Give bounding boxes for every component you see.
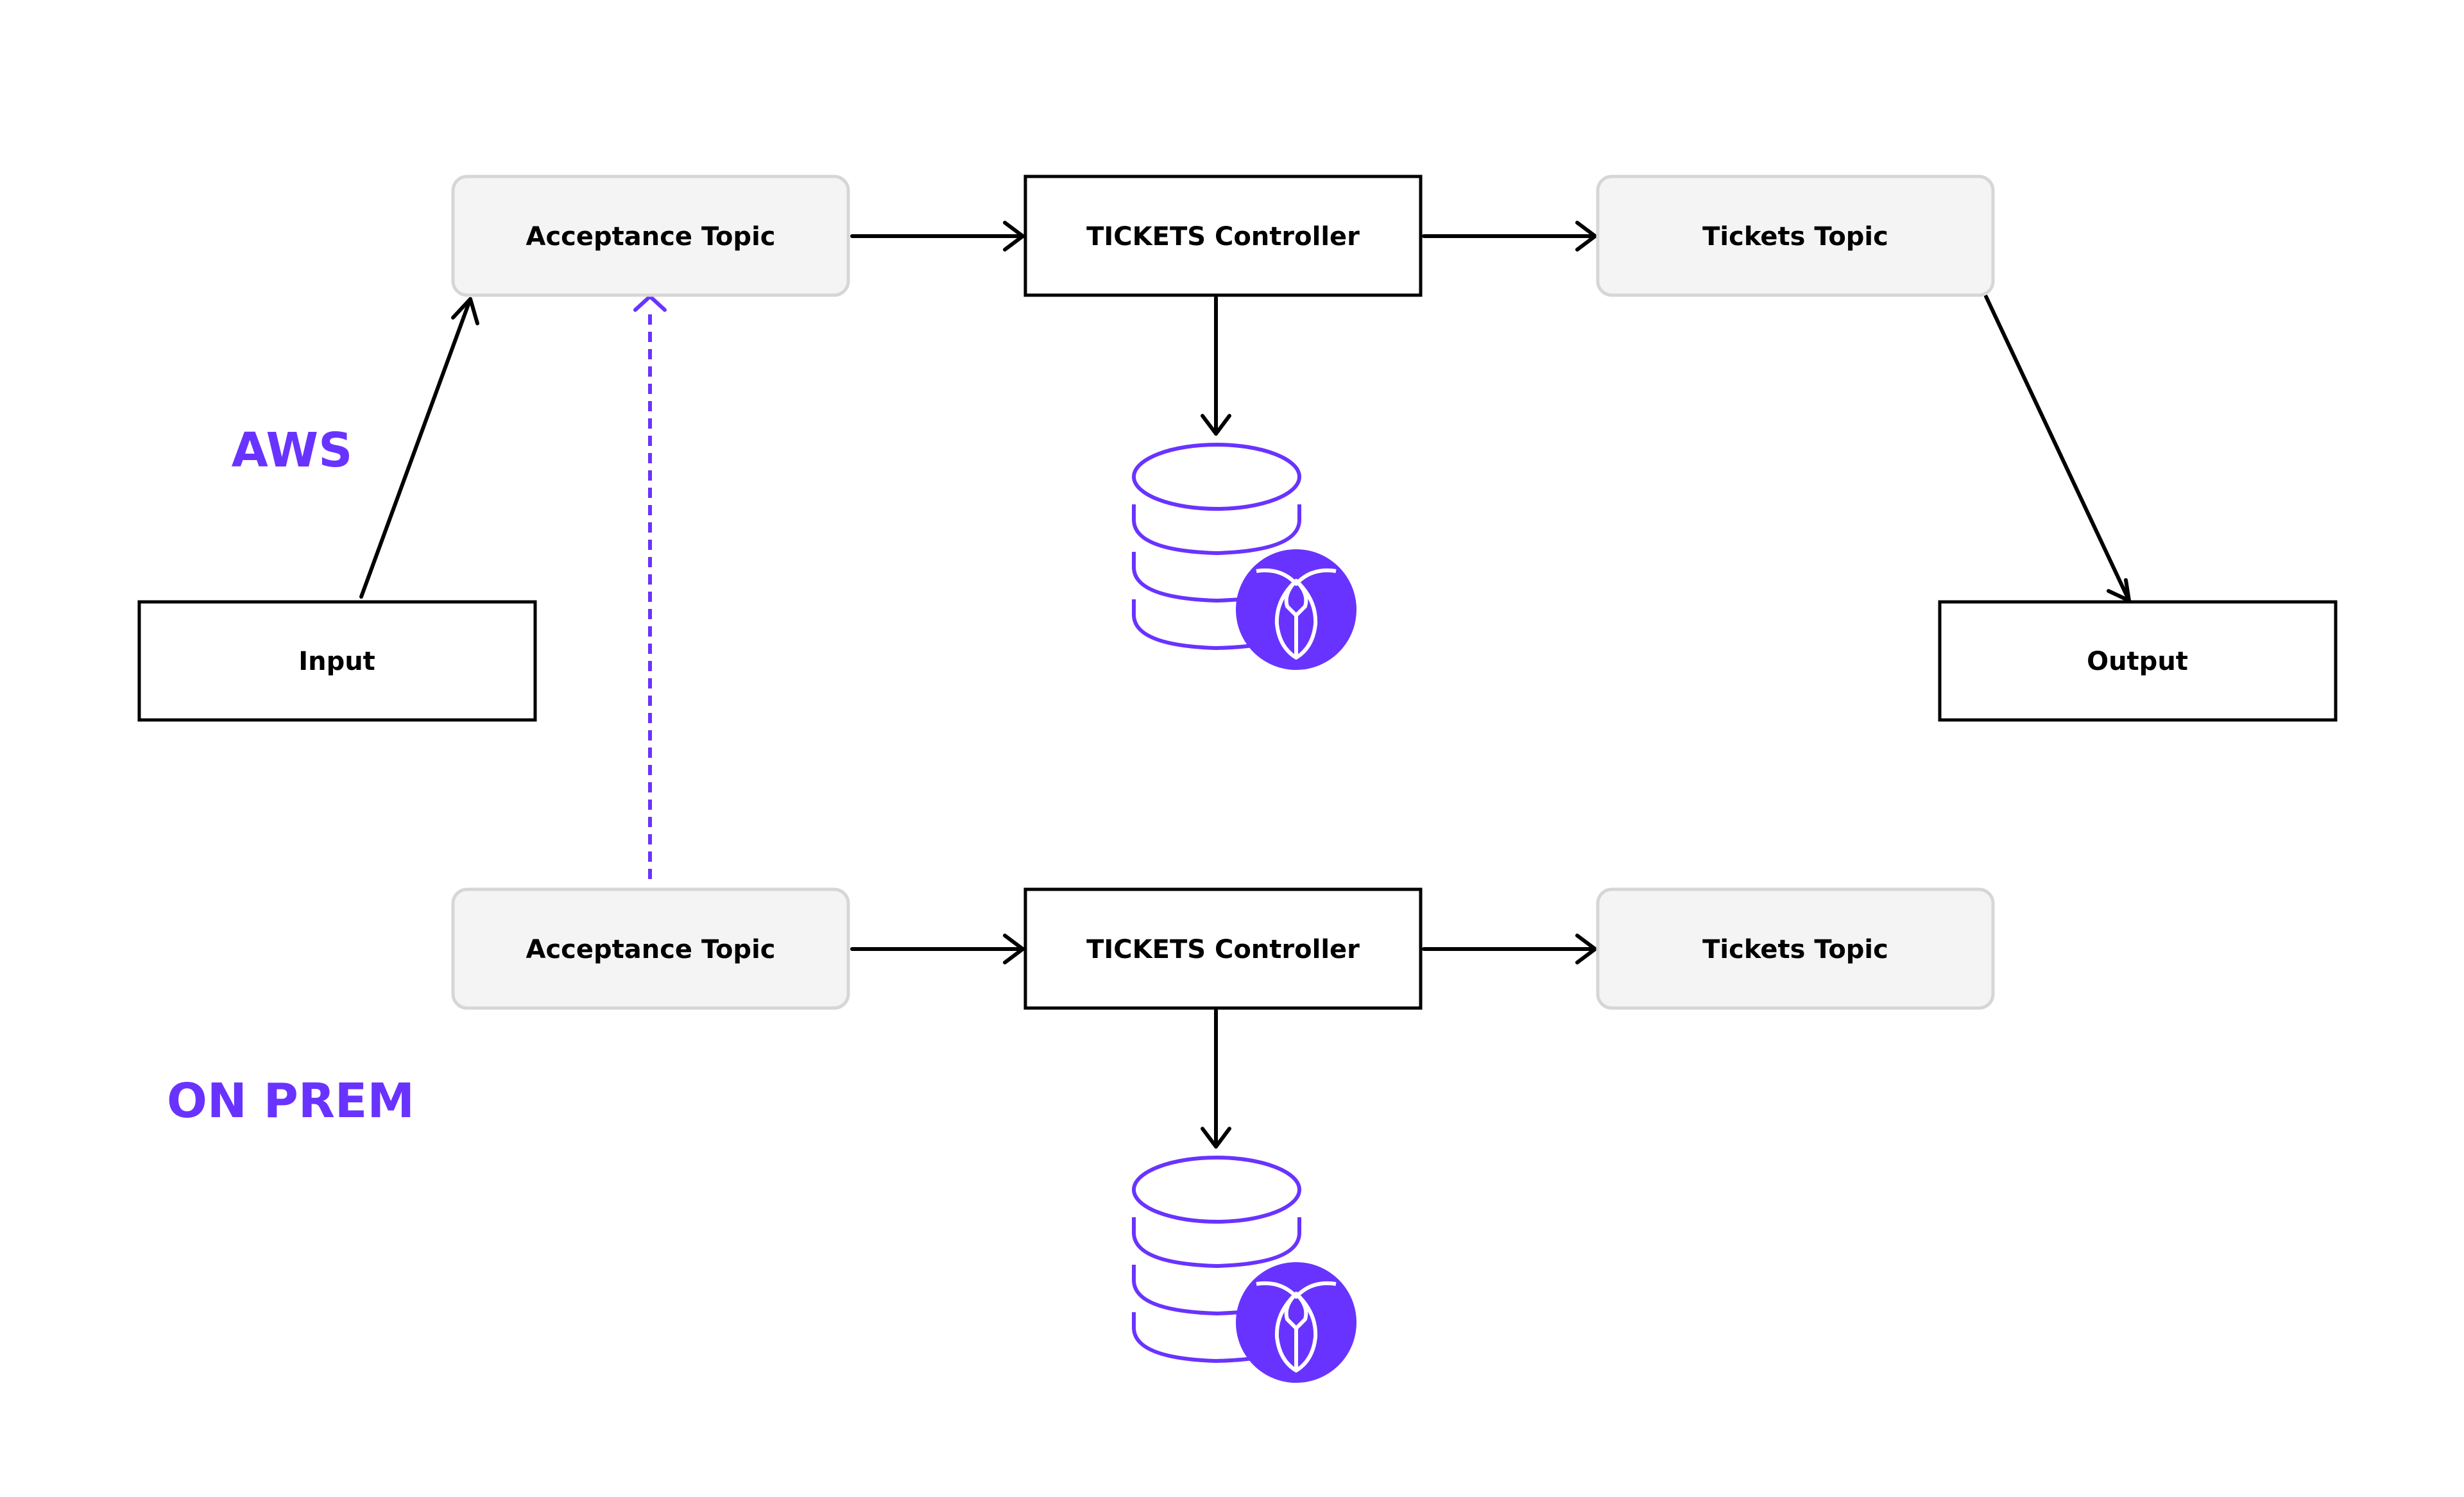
database-icon-onprem: [1132, 1156, 1356, 1383]
cockroach-badge-icon: [1236, 1262, 1356, 1383]
architecture-diagram: AWS ON PREM Acceptance Topic Tickets Top…: [137, 175, 2338, 1383]
node-aws-tickets-controller[interactable]: TICKETS Controller: [1023, 175, 1423, 297]
edge-input-to-acceptance: [359, 297, 479, 599]
node-label: Tickets Topic: [1702, 222, 1888, 252]
node-aws-acceptance-topic[interactable]: Acceptance Topic: [451, 175, 850, 297]
node-label: TICKETS Controller: [1086, 935, 1360, 964]
cockroach-badge-icon: [1236, 549, 1356, 670]
node-label: Tickets Topic: [1702, 935, 1888, 964]
edge-controller-to-tickets-onprem: [1422, 934, 1597, 964]
node-onprem-tickets-controller[interactable]: TICKETS Controller: [1023, 887, 1423, 1010]
edge-replication-dashed: [633, 295, 667, 879]
edge-acceptance-to-controller-aws: [850, 221, 1025, 252]
node-aws-tickets-topic[interactable]: Tickets Topic: [1596, 175, 1995, 297]
region-label-on-prem: ON PREM: [167, 1074, 415, 1129]
node-input[interactable]: Input: [137, 600, 537, 722]
database-icon-aws: [1132, 443, 1356, 670]
node-label: Acceptance Topic: [526, 222, 775, 252]
node-label: TICKETS Controller: [1086, 222, 1360, 252]
node-label: Output: [2087, 647, 2188, 676]
edge-controller-to-db-onprem: [1201, 1009, 1231, 1149]
node-label: Input: [298, 647, 375, 676]
node-label: Acceptance Topic: [526, 935, 775, 964]
edge-tickets-to-output: [1984, 295, 2131, 603]
node-output[interactable]: Output: [1938, 600, 2338, 722]
edge-controller-to-db-aws: [1201, 296, 1231, 436]
region-label-aws: AWS: [232, 423, 353, 478]
edge-acceptance-to-controller-onprem: [850, 934, 1025, 964]
node-onprem-tickets-topic[interactable]: Tickets Topic: [1596, 887, 1995, 1010]
edge-controller-to-tickets-aws: [1422, 221, 1597, 252]
node-onprem-acceptance-topic[interactable]: Acceptance Topic: [451, 887, 850, 1010]
